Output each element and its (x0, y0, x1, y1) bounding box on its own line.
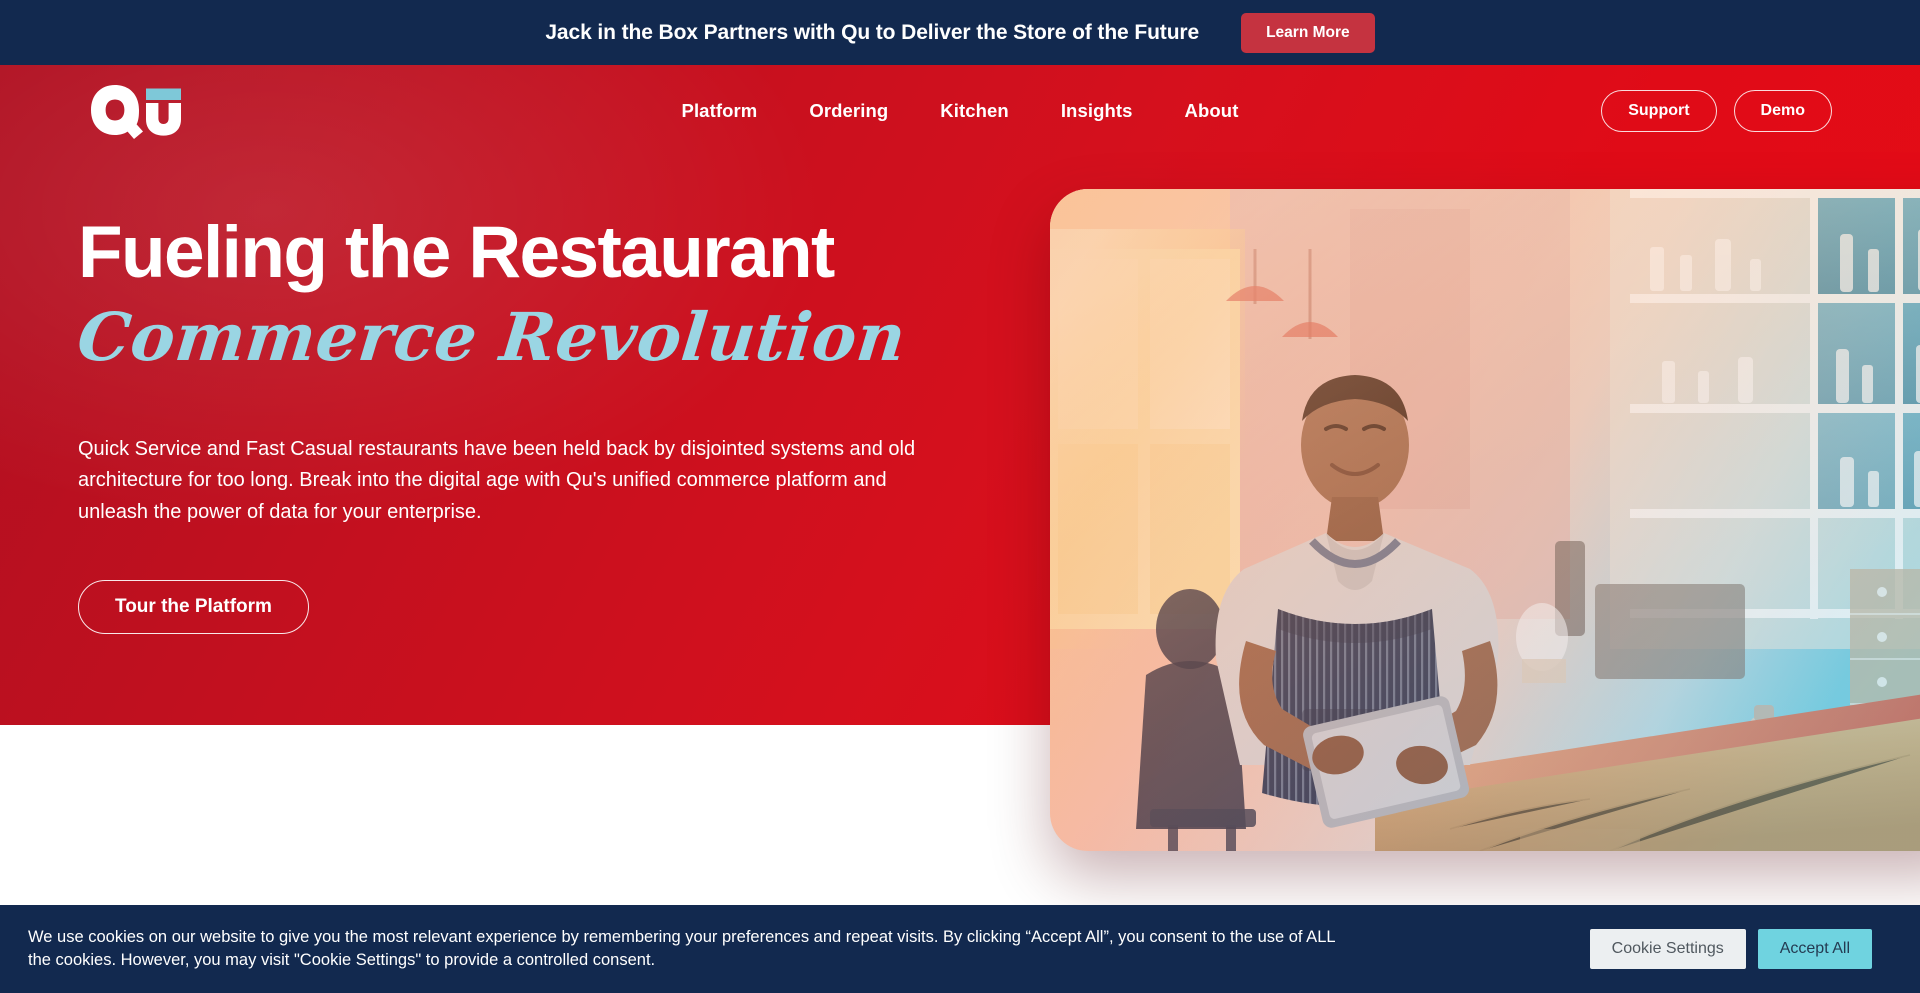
nav-item-insights[interactable]: Insights (1061, 100, 1133, 122)
hero-paragraph: Quick Service and Fast Casual restaurant… (78, 438, 916, 523)
support-button[interactable]: Support (1601, 90, 1717, 132)
hero-headline-primary: Fueling the Restaurant (78, 212, 835, 293)
hero-copy: Fueling the Restaurant Commerce Revoluti… (74, 212, 1008, 634)
cookie-consent-banner: We use cookies on our website to give yo… (0, 905, 1920, 993)
nav-actions: Support Demo (1601, 65, 1832, 157)
cookie-consent-actions: Cookie Settings Accept All (1589, 929, 1872, 969)
nav-item-kitchen[interactable]: Kitchen (940, 100, 1009, 122)
main-navigation: Platform Ordering Kitchen Insights About… (0, 65, 1920, 157)
nav-item-platform[interactable]: Platform (682, 100, 758, 122)
announcement-text: Jack in the Box Partners with Qu to Deli… (545, 20, 1200, 44)
announcement-bar: Jack in the Box Partners with Qu to Deli… (0, 0, 1920, 65)
hero-headline-accent: Commerce Revolution (73, 298, 910, 376)
nav-item-ordering[interactable]: Ordering (809, 100, 888, 122)
demo-button[interactable]: Demo (1733, 90, 1832, 132)
nav-item-about[interactable]: About (1185, 100, 1239, 122)
hero-image (1050, 189, 1920, 851)
learn-more-button[interactable]: Learn More (1241, 12, 1375, 53)
tour-the-platform-button[interactable]: Tour the Platform (78, 579, 309, 634)
cookie-consent-text: We use cookies on our website to give yo… (28, 927, 1335, 969)
cookie-settings-button[interactable]: Cookie Settings (1589, 929, 1746, 969)
accept-all-button[interactable]: Accept All (1757, 929, 1872, 969)
